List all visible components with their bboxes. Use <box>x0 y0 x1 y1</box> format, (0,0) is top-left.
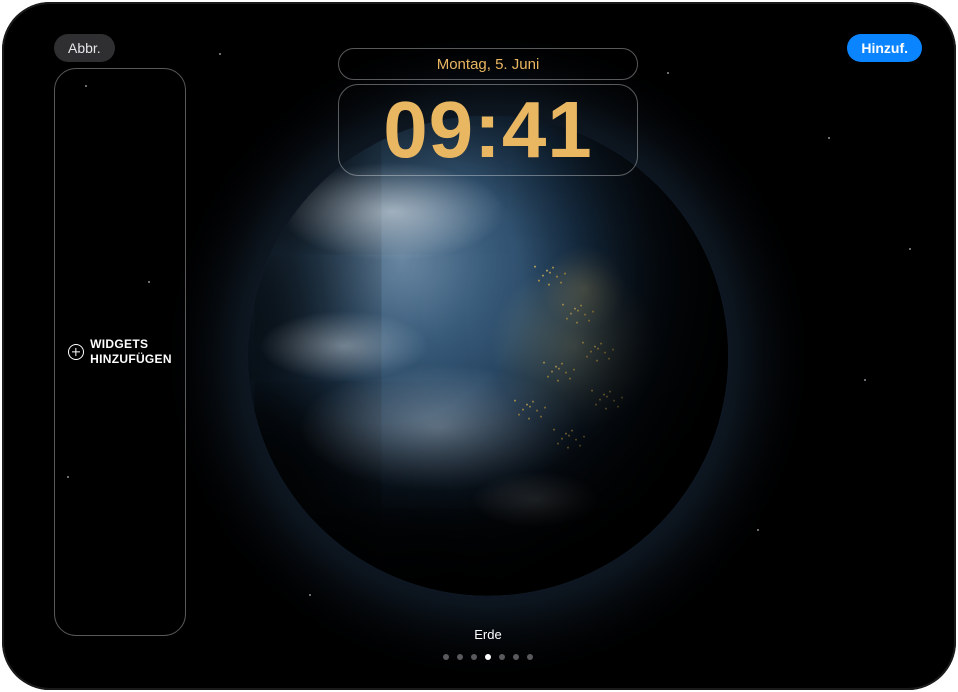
wallpaper-page-indicator[interactable] <box>443 654 533 660</box>
page-dot[interactable] <box>457 654 463 660</box>
lockscreen-editor: Abbr. Hinzuf. Montag, 5. Juni 09:41 WIDG… <box>40 20 936 672</box>
time-widget-slot[interactable]: 09:41 <box>338 84 638 176</box>
page-dot[interactable] <box>471 654 477 660</box>
page-dot[interactable] <box>527 654 533 660</box>
lockscreen-date: Montag, 5. Juni <box>437 56 540 73</box>
page-dot[interactable] <box>513 654 519 660</box>
date-widget-slot[interactable]: Montag, 5. Juni <box>338 48 638 80</box>
cancel-button[interactable]: Abbr. <box>54 34 115 62</box>
earth-citylights <box>248 116 728 596</box>
add-button[interactable]: Hinzuf. <box>847 34 922 62</box>
plus-circle-icon <box>68 344 84 360</box>
page-dot[interactable] <box>499 654 505 660</box>
add-widgets-label: WIDGETS HINZUFÜGEN <box>90 337 172 367</box>
page-dot[interactable] <box>485 654 491 660</box>
add-widgets-panel[interactable]: WIDGETS HINZUFÜGEN <box>54 68 186 636</box>
page-dot[interactable] <box>443 654 449 660</box>
wallpaper-earth <box>248 116 728 596</box>
wallpaper-name-label: Erde <box>474 627 501 642</box>
lockscreen-time: 09:41 <box>383 90 593 170</box>
ipad-device-frame: Abbr. Hinzuf. Montag, 5. Juni 09:41 WIDG… <box>2 2 956 690</box>
